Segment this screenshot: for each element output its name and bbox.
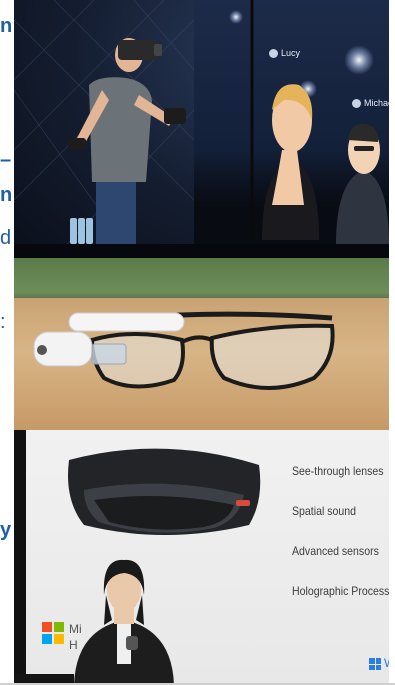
speaker	[14, 559, 174, 685]
smart-glasses-photo	[14, 258, 389, 430]
keynote-figures	[68, 0, 389, 248]
text-fragment: –	[0, 149, 12, 171]
hololens-presentation-photo: See-through lenses Spatial sound Advance…	[14, 430, 389, 685]
avatar-michael	[336, 123, 389, 245]
windows-text: W	[384, 656, 389, 670]
text-fragment: n	[0, 184, 13, 206]
stage-floor	[14, 244, 389, 258]
text-fragment: d	[0, 227, 12, 249]
avatar-lucy	[262, 84, 319, 240]
text-fragment: :	[0, 311, 6, 333]
presenter	[68, 38, 186, 248]
text-fragment: n	[0, 15, 13, 37]
cropped-article-text: n – n d : y	[0, 0, 14, 685]
smart-glasses	[33, 311, 335, 390]
vr-keynote-photo: Lucy Michael	[14, 0, 389, 258]
water-bottles	[70, 218, 93, 244]
text-fragment: y	[0, 519, 12, 541]
windows-logo-icon	[369, 658, 381, 670]
